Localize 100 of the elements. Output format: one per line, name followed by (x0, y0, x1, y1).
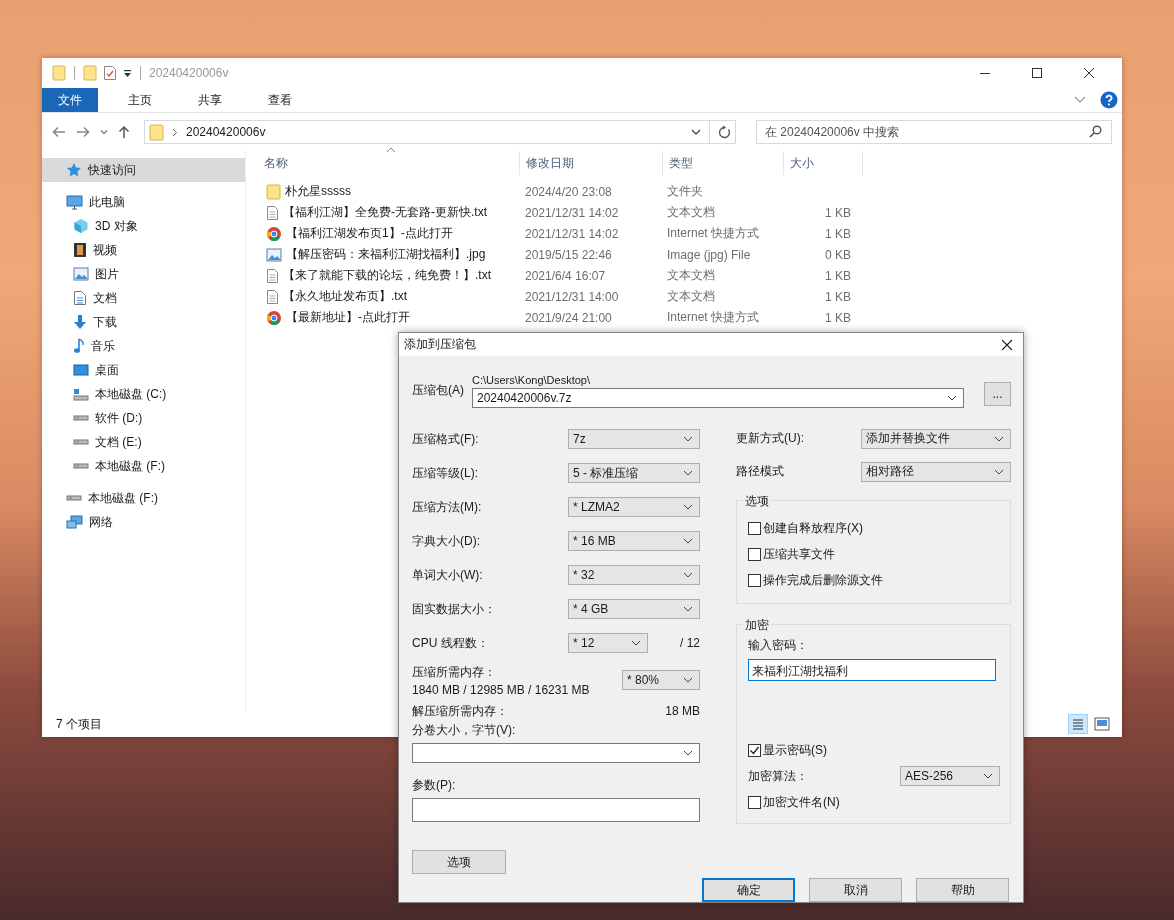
chevron-down-icon[interactable] (691, 128, 701, 136)
setting-label: CPU 线程数： (412, 634, 490, 652)
dialog-button[interactable]: 帮助 (916, 878, 1009, 902)
setting-dropdown[interactable]: * LZMA2 (568, 497, 700, 517)
close-icon[interactable] (1001, 338, 1013, 351)
sidebar-item[interactable]: 桌面 (42, 358, 245, 382)
up-arrow-icon[interactable] (118, 125, 130, 139)
document-icon (266, 204, 279, 221)
sidebar-item[interactable]: 文档 (E:) (42, 430, 245, 454)
date-cell-text: 2021/6/4 16:07 (524, 268, 607, 283)
sidebar-item[interactable]: 图片 (42, 262, 245, 286)
sidebar-item[interactable]: 文档 (42, 286, 245, 310)
checkbox[interactable] (748, 573, 761, 587)
dialog-button[interactable]: 取消 (809, 878, 902, 902)
memory-value: 18 MB (665, 704, 700, 718)
ribbon-tab[interactable]: 查看 (252, 88, 308, 112)
encryption-method-dropdown[interactable]: AES-256 (900, 766, 1000, 786)
sidebar-item[interactable]: 本地磁盘 (C:) (42, 382, 245, 406)
sidebar-item[interactable]: 3D 对象 (42, 214, 245, 238)
drive-icon (66, 495, 82, 501)
setting-dropdown[interactable]: * 12 (568, 633, 648, 653)
browse-button[interactable]: ... (984, 382, 1011, 406)
parameters-label: 参数(P): (412, 777, 457, 794)
column-header[interactable]: 类型 (663, 151, 784, 175)
sidebar-item[interactable]: 此电脑 (42, 190, 245, 214)
sidebar-item[interactable]: 本地磁盘 (F:) (42, 486, 245, 510)
file-name[interactable]: 【福利江湖发布页1】-点此打开 (286, 225, 453, 242)
setting-dropdown[interactable]: 7z (568, 429, 700, 449)
checkbox[interactable] (748, 743, 761, 757)
dialog-title: 添加到压缩包 (404, 336, 476, 353)
chevron-right-icon (172, 127, 178, 137)
archive-name-combobox[interactable]: 20240420006v.7z (472, 388, 964, 408)
ribbon-tab[interactable]: 文件 (42, 88, 98, 112)
maximize-icon[interactable] (1031, 67, 1043, 79)
checkbox-label[interactable]: 创建自释放程序(X) (763, 519, 863, 537)
setting-dropdown[interactable]: * 4 GB (568, 599, 700, 619)
setting-dropdown[interactable]: * 80% (622, 670, 700, 690)
browser-icon (266, 225, 282, 242)
address-bar[interactable]: 20240420006v (144, 120, 736, 144)
checkbox[interactable] (748, 521, 761, 535)
date-cell-text: 2021/9/24 21:00 (524, 310, 613, 325)
checkbox[interactable] (748, 547, 761, 561)
back-arrow-icon[interactable] (52, 126, 66, 138)
file-name[interactable]: 【最新地址】-点此打开 (286, 309, 410, 326)
sidebar-item[interactable]: 音乐 (42, 334, 245, 358)
checkbox-label[interactable]: 显示密码(S) (763, 741, 827, 759)
forward-arrow-icon[interactable] (76, 126, 90, 138)
details-view-icon[interactable] (1068, 714, 1088, 734)
setting-label: 压缩所需内存： (412, 663, 497, 681)
checkbox-label[interactable]: 操作完成后删除源文件 (763, 571, 883, 589)
dialog-button[interactable]: 确定 (702, 878, 795, 902)
sidebar-item[interactable]: 本地磁盘 (F:) (42, 454, 245, 478)
password-field[interactable]: 来福利江湖找福利 (748, 659, 996, 681)
setting-dropdown[interactable]: 5 - 标准压缩 (568, 463, 700, 483)
chevron-down-icon (994, 468, 1004, 475)
volume-size-combobox[interactable] (412, 743, 700, 763)
parameters-field[interactable] (412, 798, 700, 822)
file-name[interactable]: 【福利江湖】全免费-无套路-更新快.txt (283, 204, 487, 221)
update-mode-dropdown[interactable]: 添加并替换文件 (861, 428, 1011, 449)
volume-label: 分卷大小，字节(V): (412, 722, 517, 739)
refresh-icon[interactable] (718, 125, 731, 139)
chevron-down-icon (683, 470, 693, 476)
checkbox[interactable] (748, 795, 761, 809)
chevron-down-icon (683, 750, 693, 756)
sidebar-item[interactable]: 软件 (D:) (42, 406, 245, 430)
checkbox-label[interactable]: 压缩共享文件 (763, 545, 835, 563)
path-mode-dropdown[interactable]: 相对路径 (861, 461, 1011, 482)
type-cell-text: 文本文档 (666, 288, 716, 305)
ribbon-tab[interactable]: 共享 (182, 88, 238, 112)
size-cell-text: 1 KB (824, 268, 851, 283)
setting-label: 更新方式(U): (736, 430, 804, 447)
sidebar-item[interactable]: 网络 (42, 510, 245, 534)
caret-icon[interactable] (123, 68, 132, 78)
checklist-icon[interactable] (103, 65, 117, 81)
ribbon-tab[interactable]: 主页 (112, 88, 168, 112)
address-path: 20240420006v (186, 125, 266, 139)
column-header[interactable]: 大小 (784, 151, 863, 175)
column-header[interactable]: 修改日期 (520, 151, 663, 175)
close-icon[interactable] (1083, 67, 1095, 79)
large-icons-view-icon[interactable] (1094, 717, 1110, 731)
setting-dropdown[interactable]: * 16 MB (568, 531, 700, 551)
checkbox-label[interactable]: 加密文件名(N) (763, 793, 840, 811)
file-name[interactable]: 【来了就能下载的论坛，纯免费！】.txt (283, 267, 491, 284)
file-name[interactable]: 【永久地址发布页】.txt (283, 288, 407, 305)
search-field[interactable]: 在 20240420006v 中搜索 (756, 120, 1112, 144)
help-icon[interactable] (1100, 91, 1118, 109)
setting-label: 固实数据大小： (412, 600, 497, 618)
options-button[interactable]: 选项 (412, 850, 506, 874)
sidebar-item[interactable]: 下载 (42, 310, 245, 334)
sidebar-item[interactable]: 快速访问 (42, 158, 245, 182)
sidebar-item[interactable]: 视频 (42, 238, 245, 262)
down-arrow-icon (73, 314, 87, 330)
file-name[interactable]: 朴允星sssss (285, 183, 351, 200)
setting-label: 路径模式 (736, 463, 784, 480)
setting-dropdown[interactable]: * 32 (568, 565, 700, 585)
browser-icon (266, 309, 282, 326)
archive-label: 压缩包(A) (412, 382, 465, 399)
file-name[interactable]: 【解压密码：来福利江湖找福利】.jpg (286, 246, 486, 263)
column-header[interactable]: 名称 (246, 151, 520, 175)
folder-icon (266, 183, 281, 200)
